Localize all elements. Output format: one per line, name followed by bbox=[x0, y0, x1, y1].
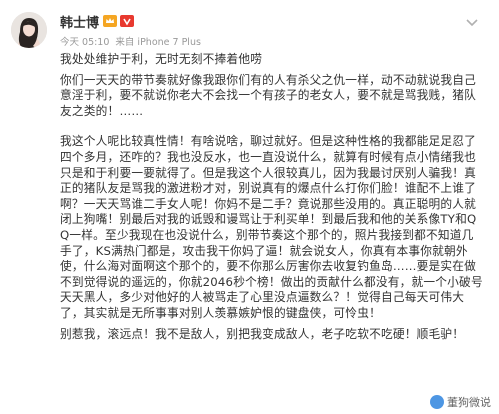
username[interactable]: 韩士博 bbox=[60, 12, 99, 31]
watermark: 董狗微说 bbox=[430, 394, 491, 410]
watermark-logo-icon bbox=[430, 395, 444, 409]
chevron-down-icon[interactable] bbox=[463, 14, 481, 27]
post-paragraph-1: 我处处维护于利，无时无刻不捧着他唠 bbox=[60, 52, 263, 66]
post-time: 今天 05:10 bbox=[60, 37, 110, 48]
avatar[interactable] bbox=[11, 12, 47, 48]
post-body: 我处处维护于利，无时无刻不捧着他唠 你们一天天的带节奏就好像我跟你们有的人有杀父… bbox=[60, 52, 485, 342]
vip-crown-icon[interactable] bbox=[103, 15, 118, 27]
weibo-level-icon[interactable] bbox=[120, 15, 135, 27]
post-header: 韩士博 今天 05:10 来自 iPhone 7 Plus bbox=[60, 12, 207, 52]
post-paragraph-3: 我这个人呢比较真性情！有啥说啥，聊过就好。但是这种性格的我都能足足忍了四个多月，… bbox=[60, 134, 483, 320]
weibo-post: 韩士博 今天 05:10 来自 iPhone 7 Plus 我处处维护于利，无时… bbox=[0, 0, 499, 414]
watermark-text: 董狗微说 bbox=[447, 396, 491, 409]
post-paragraph-2: 你们一天天的带节奏就好像我跟你们有的人有杀父之仇一样，动不动就说我自己意淫于利，… bbox=[60, 72, 477, 118]
post-paragraph-4: 别惹我，滚远点！我不是敌人，别把我变成敌人，老子吃软不吃硬！顺毛驴！ bbox=[60, 326, 465, 341]
post-source[interactable]: 来自 iPhone 7 Plus bbox=[115, 34, 201, 48]
